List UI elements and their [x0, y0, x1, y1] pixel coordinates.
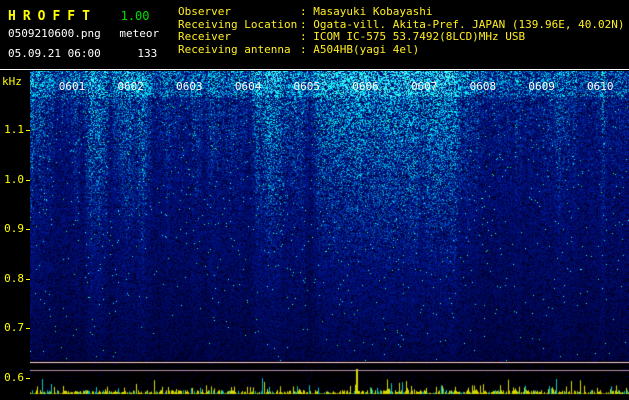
info-value: : Masayuki Kobayashi — [300, 5, 432, 18]
y-axis: kHz 1.1 1.0 0.9 0.8 0.7 0.6 — [0, 71, 30, 397]
y-axis-unit: kHz — [2, 75, 22, 88]
app-title: HROFFT — [8, 9, 97, 24]
x-tick-label: 0603 — [176, 80, 203, 93]
separator-line — [0, 69, 629, 70]
app-version: 1.00 — [121, 9, 150, 23]
y-tick-label: 0.8 — [0, 272, 24, 285]
info-label: Observer — [178, 6, 300, 19]
x-tick-label: 0606 — [352, 80, 379, 93]
info-value: : Ogata-vill. Akita-Pref. JAPAN (139.96E… — [300, 18, 625, 31]
info-label: Receiver — [178, 31, 300, 44]
y-tick-label: 0.7 — [0, 321, 24, 334]
info-row-antenna: Receiving antenna: A504HB(yagi 4el) — [178, 44, 625, 57]
x-tick-label: 0610 — [587, 80, 614, 93]
hrofft-output: HROFFT 1.00 0509210600.png meteor 05.09.… — [0, 0, 629, 400]
y-tick-label: 0.6 — [0, 371, 24, 384]
observation-datetime: 05.09.21 06:00 — [8, 47, 101, 60]
x-tick-label: 0605 — [294, 80, 321, 93]
info-label: Receiving antenna — [178, 44, 300, 57]
info-value: : ICOM IC-575 53.7492(8LCD)MHz USB — [300, 30, 525, 43]
y-tick-label: 1.0 — [0, 173, 24, 186]
x-tick-label: 0604 — [235, 80, 262, 93]
info-value: : A504HB(yagi 4el) — [300, 43, 419, 56]
time-row: 05.09.21 06:00 133 — [8, 47, 159, 60]
mode-label: meteor — [119, 27, 159, 40]
echo-count: 133 — [137, 47, 157, 60]
file-row: 0509210600.png meteor — [8, 27, 159, 40]
x-tick-label: 0609 — [528, 80, 555, 93]
x-tick-label: 0601 — [59, 80, 86, 93]
x-tick-label: 0608 — [470, 80, 497, 93]
x-tick-label: 0602 — [117, 80, 144, 93]
spectrogram-canvas — [30, 71, 629, 397]
title-row: HROFFT 1.00 — [8, 5, 159, 24]
y-tick-label: 0.9 — [0, 222, 24, 235]
x-tick-label: 0607 — [411, 80, 438, 93]
spectrogram-plot: 0601 0602 0603 0604 0605 0606 0607 0608 0609 0610 — [30, 71, 629, 397]
header-left: HROFFT 1.00 0509210600.png meteor 05.09.… — [8, 5, 159, 60]
station-info: Observer: Masayuki Kobayashi Receiving L… — [178, 6, 625, 56]
y-tick-label: 1.1 — [0, 123, 24, 136]
output-file-name: 0509210600.png — [8, 27, 101, 40]
